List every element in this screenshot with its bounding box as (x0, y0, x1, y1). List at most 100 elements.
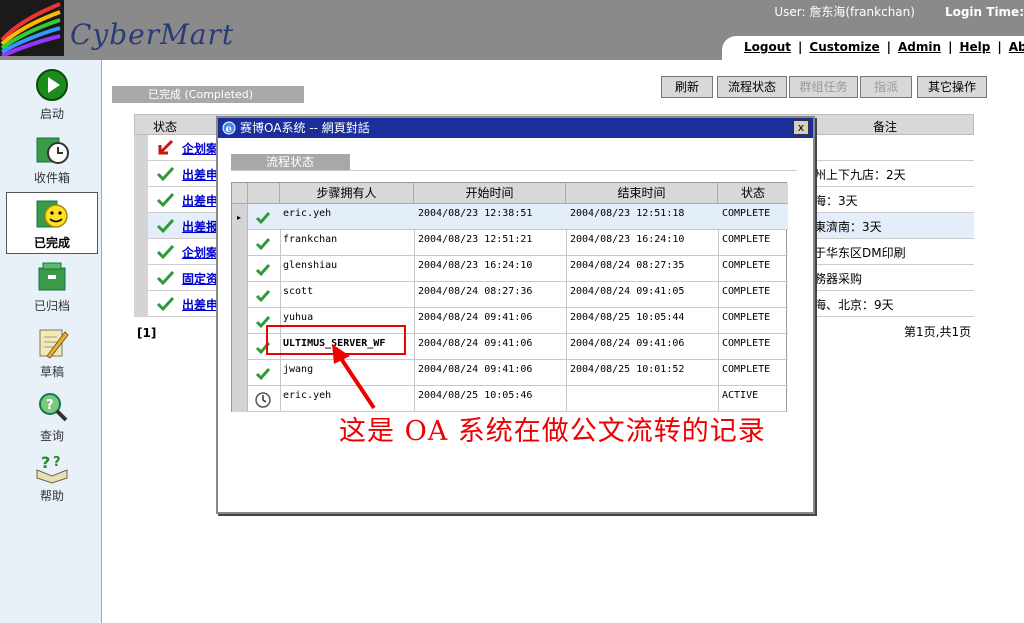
step-end: 2004/08/25 10:05:44 (570, 312, 685, 323)
task-note: 務器采购 (814, 272, 863, 286)
draft-icon (39, 329, 69, 359)
sidebar-item-draft[interactable]: 草稿 (6, 326, 98, 388)
task-title-link[interactable]: 企划案 (182, 244, 218, 261)
step-state: ACTIVE (722, 390, 759, 401)
step-end: 2004/08/23 16:24:10 (570, 234, 685, 245)
logout-link[interactable]: Logout (744, 40, 791, 54)
completed-tab[interactable]: 已完成 (Completed) (112, 86, 304, 103)
table-row[interactable]: ▸ eric.yeh 2004/08/23 12:38:51 2004/08/2… (232, 204, 788, 230)
svg-text:?: ? (53, 455, 61, 470)
process-status-button[interactable]: 流程状态 (717, 76, 787, 98)
svg-text:?: ? (46, 398, 54, 413)
page-info: 第1页,共1页 (904, 325, 972, 339)
process-status-dialog: e 赛博OA系统 -- 網頁對話 x 流程状态 步骤拥有人 开始时间 结束时间 … (216, 116, 815, 514)
task-note: 海：3天 (814, 194, 858, 208)
clock-icon (255, 392, 271, 408)
step-start: 2004/08/23 12:38:51 (418, 208, 533, 219)
step-state: COMPLETE (722, 208, 771, 219)
task-title-link[interactable]: 固定资 (182, 270, 218, 287)
svg-text:e: e (226, 124, 232, 135)
ie-icon: e (222, 121, 236, 135)
task-note: 于华东区DM印刷 (814, 246, 906, 260)
user-name: User: 詹东海(frankchan) (774, 5, 915, 19)
icon-header (248, 183, 280, 204)
help-link[interactable]: Help (959, 40, 990, 54)
check-icon (156, 166, 175, 182)
step-end: 2004/08/24 09:41:05 (570, 286, 685, 297)
help-icon: ? ? (36, 453, 68, 484)
inbox-icon (36, 137, 69, 164)
step-state: COMPLETE (722, 234, 771, 245)
step-state: COMPLETE (722, 338, 771, 349)
process-steps-table: 步骤拥有人 开始时间 结束时间 状态 ▸ eric.yeh 2004/08/23… (231, 182, 788, 412)
task-title-link[interactable]: 企划案 (182, 140, 218, 157)
step-owner: glenshiau (283, 260, 338, 271)
sidebar-item-query[interactable]: ? 查询 (6, 390, 98, 452)
sidebar-item-start[interactable]: 启动 (6, 68, 98, 130)
customize-link[interactable]: Customize (809, 40, 879, 54)
table-row[interactable]: glenshiau 2004/08/23 16:24:10 2004/08/24… (232, 256, 788, 282)
step-owner: yuhua (283, 312, 314, 323)
step-start: 2004/08/24 08:27:36 (418, 286, 533, 297)
task-title-link[interactable]: 出差申 (182, 192, 218, 209)
step-end: 2004/08/25 10:01:52 (570, 364, 685, 375)
step-owner: eric.yeh (283, 390, 332, 401)
step-state: COMPLETE (722, 364, 771, 375)
other-actions-button[interactable]: 其它操作 (917, 76, 987, 98)
user-info: User: 詹东海(frankchan) Login Time: (744, 3, 1024, 20)
step-start: 2004/08/23 16:24:10 (418, 260, 533, 271)
dialog-title: 赛博OA系统 -- 網頁對話 (240, 121, 370, 135)
check-icon (255, 264, 271, 277)
table-row[interactable]: jwang 2004/08/24 09:41:06 2004/08/25 10:… (232, 360, 788, 386)
task-title-link[interactable]: 出差申 (182, 296, 218, 313)
check-icon (255, 368, 271, 381)
return-arrow-icon (158, 139, 174, 155)
admin-link[interactable]: Admin (898, 40, 941, 54)
check-icon (156, 270, 175, 286)
check-icon (156, 218, 175, 234)
task-title-link[interactable]: 出差申 (182, 166, 218, 183)
check-icon (255, 290, 271, 303)
start-icon (36, 69, 68, 101)
state-column-header: 状态 (718, 183, 788, 204)
status-column-header: 状态 (153, 120, 178, 134)
step-start: 2004/08/23 12:51:21 (418, 234, 533, 245)
task-title-link[interactable]: 出差报 (182, 218, 218, 235)
step-state: COMPLETE (722, 286, 771, 297)
assign-button[interactable]: 指派 (860, 76, 912, 98)
dialog-titlebar[interactable]: e 赛博OA系统 -- 網頁對話 x (218, 118, 813, 138)
current-row-indicator-icon: ▸ (237, 213, 242, 222)
group-task-button[interactable]: 群组任务 (789, 76, 858, 98)
sidebar-item-archive[interactable]: 已归档 (6, 260, 98, 322)
query-icon: ? (39, 393, 68, 422)
step-owner: frankchan (283, 234, 338, 245)
step-owner: scott (283, 286, 314, 297)
step-owner: jwang (283, 364, 314, 375)
close-button[interactable]: x (793, 120, 809, 135)
page-link[interactable]: [1] (137, 326, 156, 340)
task-note: 州上下九店：2天 (814, 168, 906, 182)
sidebar: 启动 收件箱 已完成 已归档 草稿 ? 查询 ? ? 帮助 (0, 60, 102, 623)
sidebar-item-help[interactable]: ? ? 帮助 (6, 450, 98, 512)
process-status-tab[interactable]: 流程状态 (231, 154, 350, 171)
step-end: 2004/08/24 09:41:06 (570, 338, 685, 349)
table-row[interactable]: scott 2004/08/24 08:27:36 2004/08/24 09:… (232, 282, 788, 308)
step-end: 2004/08/23 12:51:18 (570, 208, 685, 219)
login-time-label: Login Time: (944, 5, 1024, 19)
task-note: 東濟南：3天 (814, 220, 882, 234)
start-column-header: 开始时间 (414, 183, 566, 204)
check-icon (156, 192, 175, 208)
table-row[interactable]: frankchan 2004/08/23 12:51:21 2004/08/23… (232, 230, 788, 256)
step-start: 2004/08/24 09:41:06 (418, 364, 533, 375)
about-link[interactable]: About (1009, 40, 1024, 54)
step-start: 2004/08/25 10:05:46 (418, 390, 533, 401)
check-icon (255, 238, 271, 251)
sidebar-item-inbox[interactable]: 收件箱 (6, 132, 98, 194)
step-owner: eric.yeh (283, 208, 332, 219)
sidebar-item-completed[interactable]: 已完成 (6, 192, 98, 254)
step-state: COMPLETE (722, 312, 771, 323)
annotation-text: 这是 OA 系统在做公文流转的记录 (339, 416, 766, 447)
end-column-header: 结束时间 (566, 183, 718, 204)
refresh-button[interactable]: 刷新 (661, 76, 713, 98)
owner-column-header: 步骤拥有人 (280, 183, 414, 204)
